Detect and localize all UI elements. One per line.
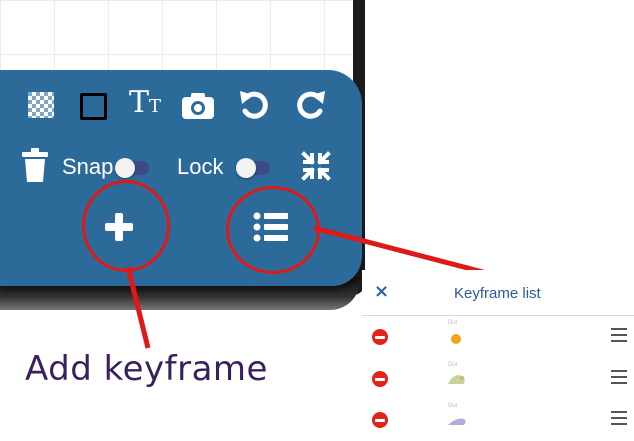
keyframe-list-title: Keyframe list (454, 285, 541, 302)
arrow-to-keyframe-list (313, 225, 484, 275)
drag-handle-icon[interactable] (611, 370, 627, 388)
keyframe-row[interactable]: Dur (362, 360, 634, 400)
delete-keyframe-icon[interactable] (372, 329, 388, 345)
thumbnail-label: Dur (448, 320, 458, 326)
keyframe-thumbnail: Dur (442, 403, 472, 431)
thumbnail-label: Dur (448, 403, 458, 409)
keyframe-list-panel: × Keyframe list Dur Dur Dur (362, 270, 634, 437)
drag-handle-icon[interactable] (611, 411, 627, 429)
close-icon[interactable]: × (374, 281, 389, 302)
drag-handle-icon[interactable] (611, 328, 627, 346)
delete-keyframe-icon[interactable] (372, 412, 388, 428)
keyframe-thumbnail: Dur (442, 362, 472, 390)
keyframe-row[interactable]: Dur (362, 318, 634, 358)
keyframe-thumbnail: Dur (442, 320, 472, 348)
add-keyframe-caption: Add keyframe (25, 349, 268, 389)
delete-keyframe-icon[interactable] (372, 371, 388, 387)
arrow-to-caption (125, 266, 151, 349)
keyframe-list-header: × Keyframe list (362, 270, 634, 316)
keyframe-row[interactable]: Dur (362, 401, 634, 441)
thumbnail-label: Dur (448, 362, 458, 368)
